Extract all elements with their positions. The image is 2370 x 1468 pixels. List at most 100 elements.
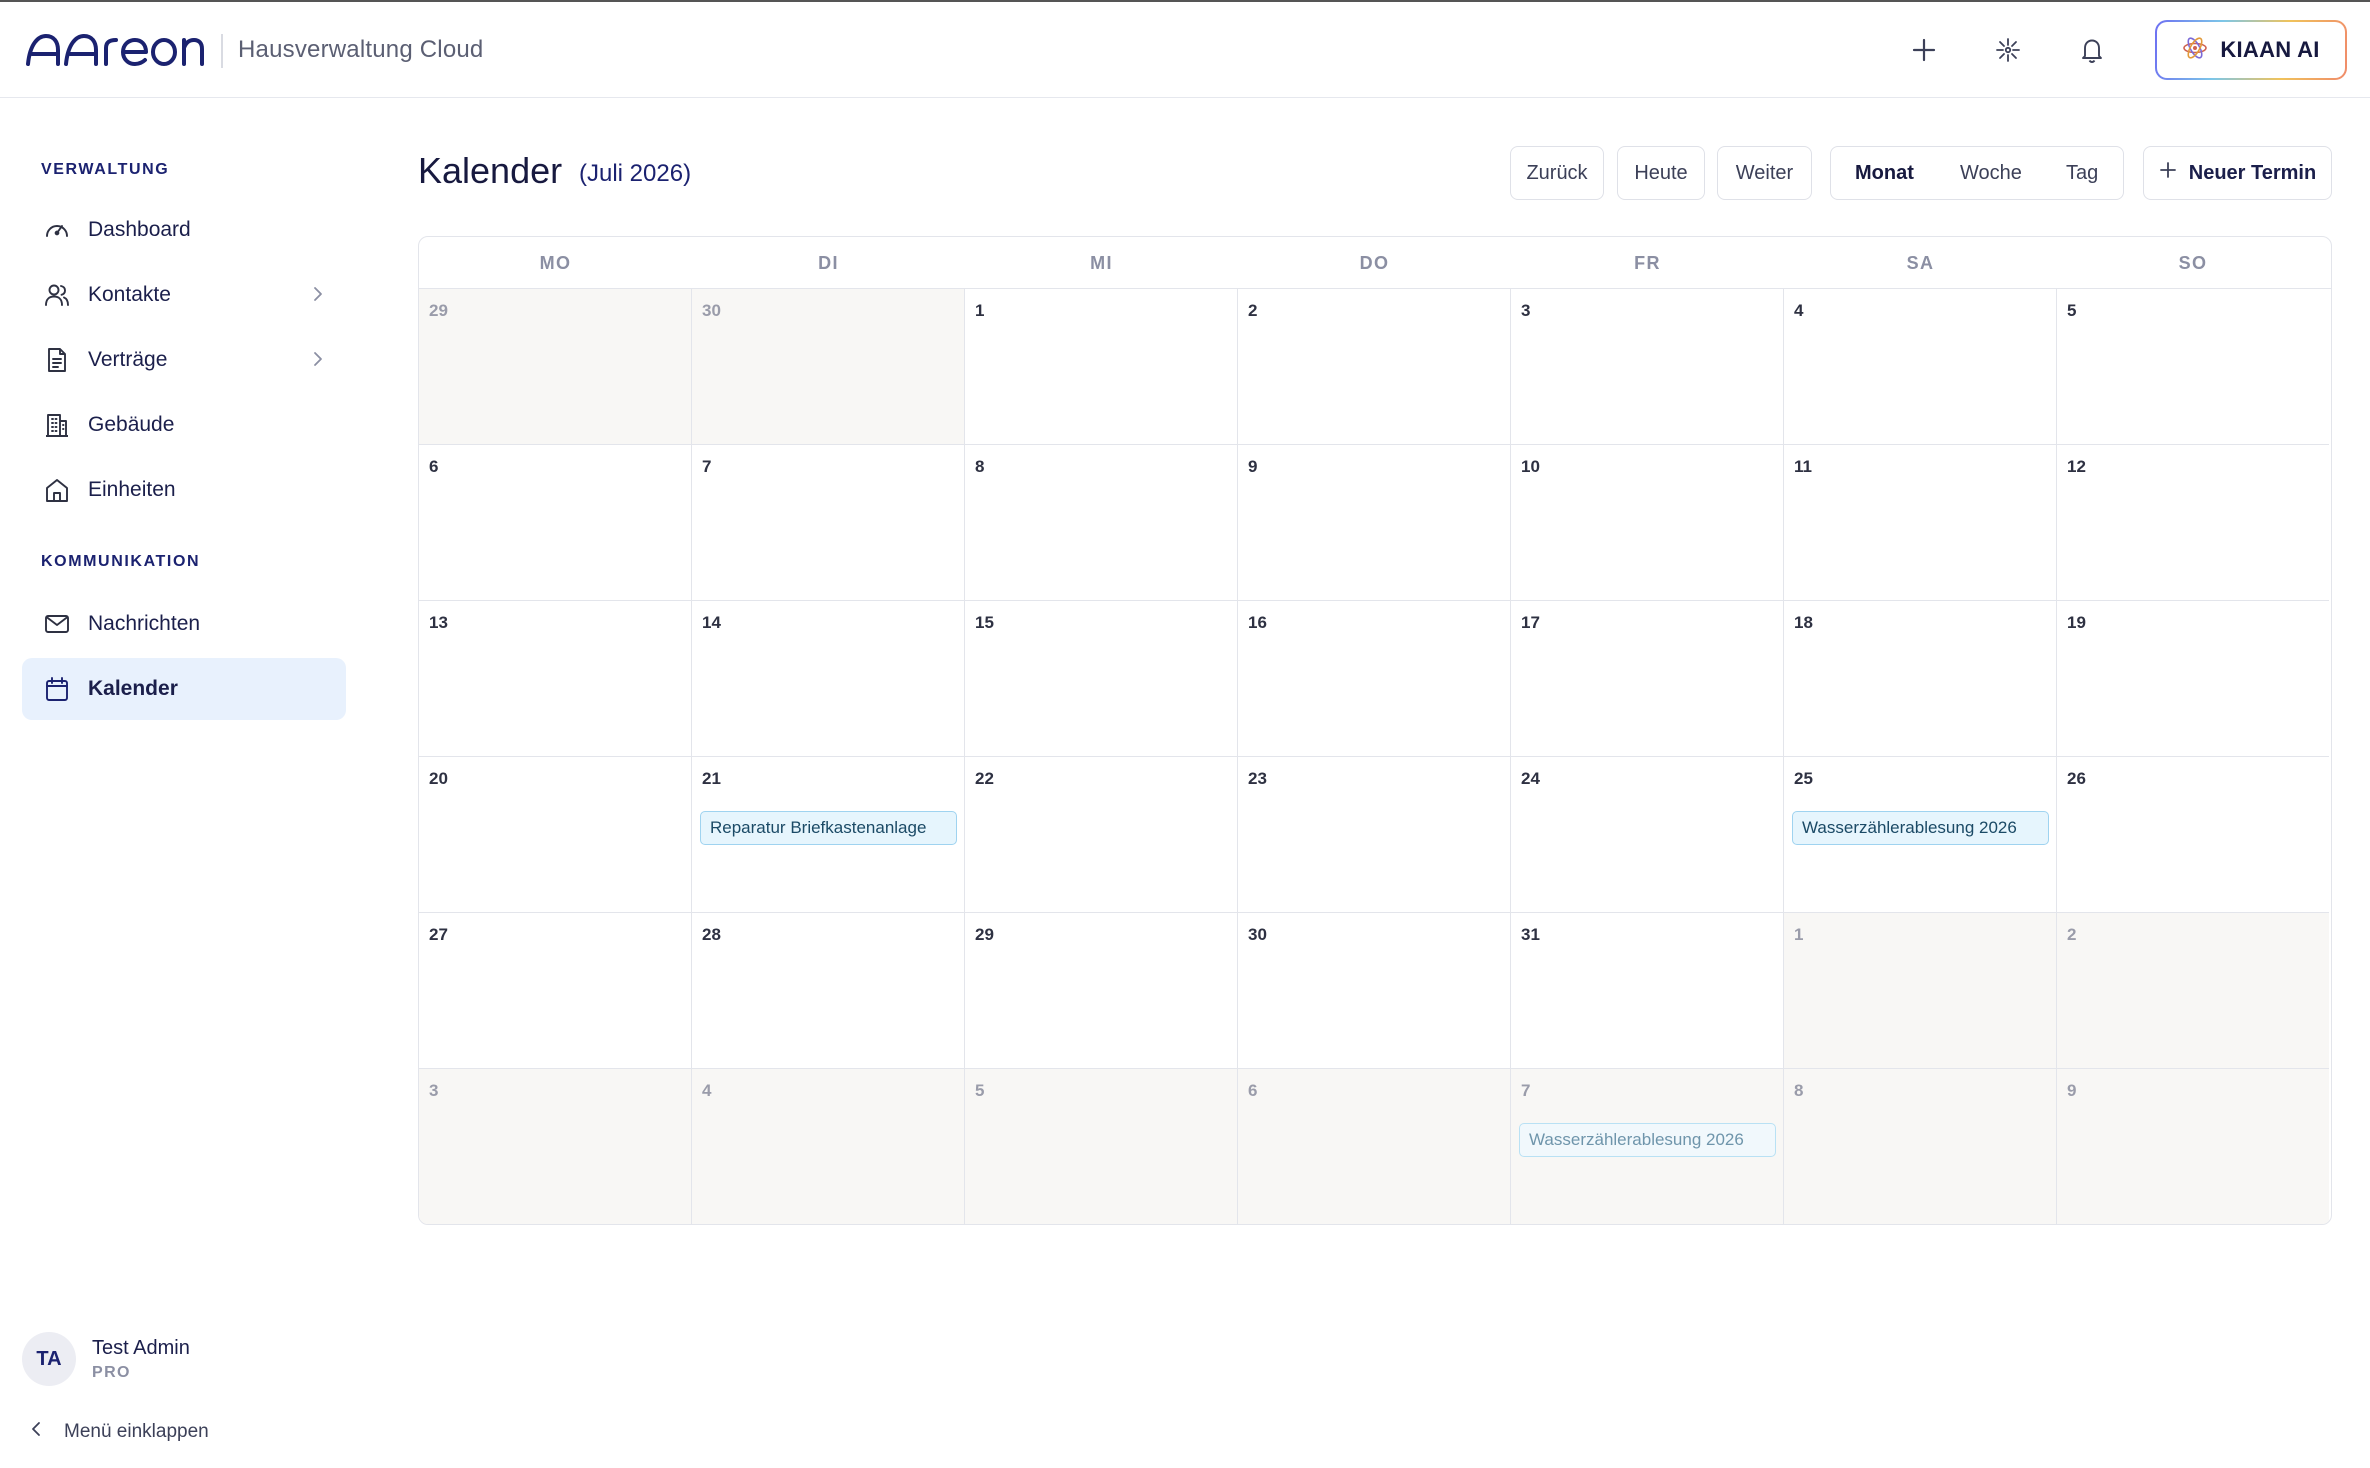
calendar-day-cell[interactable]: 29 xyxy=(965,913,1238,1069)
calendar-day-cell[interactable]: 25 Wasserzählerablesung 2026 xyxy=(1784,757,2057,913)
calendar-day-cell[interactable]: 12 xyxy=(2057,445,2329,601)
day-number: 14 xyxy=(702,613,721,632)
avatar: TA xyxy=(22,1332,76,1386)
calendar-day-cell[interactable]: 29 xyxy=(419,289,692,445)
sidebar-item-label: Dashboard xyxy=(88,218,191,241)
plus-icon xyxy=(2159,161,2177,185)
calendar-day-cell[interactable]: 30 xyxy=(692,289,965,445)
calendar-day-cell[interactable]: 18 xyxy=(1784,601,2057,757)
day-number: 25 xyxy=(1794,769,1813,788)
day-number: 15 xyxy=(975,613,994,632)
day-number: 7 xyxy=(702,457,712,476)
bell-icon[interactable] xyxy=(2072,30,2112,70)
sidebar-item-einheiten[interactable]: Einheiten xyxy=(22,459,346,521)
day-number: 28 xyxy=(702,925,721,944)
calendar-day-cell[interactable]: 28 xyxy=(692,913,965,1069)
collapse-menu-button[interactable]: Menü einklappen xyxy=(30,1420,209,1444)
calendar-day-cell[interactable]: 6 xyxy=(419,445,692,601)
home-icon xyxy=(42,475,72,505)
day-number: 11 xyxy=(1794,457,1812,476)
calendar-day-cell[interactable]: 10 xyxy=(1511,445,1784,601)
calendar-day-cell[interactable]: 6 xyxy=(1238,1069,1511,1224)
calendar-day-cell[interactable]: 13 xyxy=(419,601,692,757)
sidebar-item-nachrichten[interactable]: Nachrichten xyxy=(22,593,346,655)
calendar-day-cell[interactable]: 22 xyxy=(965,757,1238,913)
mail-icon xyxy=(42,609,72,639)
sparkle-icon[interactable] xyxy=(1988,30,2028,70)
calendar-day-cell[interactable]: 17 xyxy=(1511,601,1784,757)
calendar-day-cell[interactable]: 4 xyxy=(692,1069,965,1224)
calendar-day-cell[interactable]: 14 xyxy=(692,601,965,757)
new-appointment-label: Neuer Termin xyxy=(2188,161,2317,184)
calendar-event[interactable]: Reparatur Briefkastenanlage xyxy=(700,811,957,845)
next-button[interactable]: Weiter xyxy=(1717,146,1812,200)
sidebar-item-dashboard[interactable]: Dashboard xyxy=(22,199,346,261)
day-number: 17 xyxy=(1521,613,1540,632)
calendar-day-cell[interactable]: 9 xyxy=(2057,1069,2329,1224)
users-icon xyxy=(42,280,72,310)
new-appointment-button[interactable]: Neuer Termin xyxy=(2143,146,2332,200)
page-subtitle: (Juli 2026) xyxy=(579,160,692,187)
calendar-day-cell[interactable]: 16 xyxy=(1238,601,1511,757)
calendar-day-cell[interactable]: 20 xyxy=(419,757,692,913)
calendar-day-cell[interactable]: 8 xyxy=(965,445,1238,601)
calendar-day-cell[interactable]: 2 xyxy=(2057,913,2329,1069)
user-name: Test Admin xyxy=(92,1336,190,1359)
view-day-tab[interactable]: Tag xyxy=(2066,162,2098,185)
calendar-event[interactable]: Wasserzählerablesung 2026 xyxy=(1519,1123,1776,1157)
collapse-menu-label: Menü einklappen xyxy=(64,1421,209,1442)
calendar-day-cell[interactable]: 21 Reparatur Briefkastenanlage xyxy=(692,757,965,913)
sidebar-item-vertraege[interactable]: Verträge xyxy=(22,329,346,391)
today-button[interactable]: Heute xyxy=(1617,146,1705,200)
calendar-event[interactable]: Wasserzählerablesung 2026 xyxy=(1792,811,2049,845)
building-icon xyxy=(42,410,72,440)
calendar-day-cell[interactable]: 4 xyxy=(1784,289,2057,445)
calendar-day-cell[interactable]: 26 xyxy=(2057,757,2329,913)
calendar-day-cell[interactable]: 9 xyxy=(1238,445,1511,601)
kiaan-ai-button[interactable]: KIAAN AI xyxy=(2155,20,2347,80)
calendar-day-cell[interactable]: 2 xyxy=(1238,289,1511,445)
calendar-day-cell[interactable]: 5 xyxy=(2057,289,2329,445)
day-number: 31 xyxy=(1521,925,1540,944)
calendar-day-cell[interactable]: 5 xyxy=(965,1069,1238,1224)
calendar-day-cell[interactable]: 3 xyxy=(419,1069,692,1224)
calendar-day-cell[interactable]: 3 xyxy=(1511,289,1784,445)
calendar-day-cell[interactable]: 30 xyxy=(1238,913,1511,1069)
calendar-day-cell[interactable]: 27 xyxy=(419,913,692,1069)
calendar-day-cell[interactable]: 1 xyxy=(1784,913,2057,1069)
view-switcher: Monat Woche Tag xyxy=(1830,146,2124,200)
calendar-day-cell[interactable]: 7 xyxy=(692,445,965,601)
calendar-day-cell[interactable]: 23 xyxy=(1238,757,1511,913)
sidebar-item-label: Einheiten xyxy=(88,478,176,501)
calendar-icon xyxy=(42,674,72,704)
sidebar-item-kalender[interactable]: Kalender xyxy=(22,658,346,720)
day-number: 3 xyxy=(429,1081,439,1100)
plus-icon[interactable] xyxy=(1904,30,1944,70)
calendar-day-cell[interactable]: 19 xyxy=(2057,601,2329,757)
weekday-label: DI xyxy=(818,253,839,273)
sidebar-item-kontakte[interactable]: Kontakte xyxy=(22,264,346,326)
calendar-day-cell[interactable]: 11 xyxy=(1784,445,2057,601)
sidebar: VERWALTUNG Dashboard Kontakte Verträge G… xyxy=(0,99,350,1468)
user-profile[interactable]: TA Test Admin PRO xyxy=(22,1332,190,1386)
day-number: 29 xyxy=(429,301,448,320)
day-number: 4 xyxy=(1794,301,1804,320)
weekday-header: MO DI MI DO FR SA SO xyxy=(419,237,2331,289)
sidebar-item-gebaeude[interactable]: Gebäude xyxy=(22,394,346,456)
calendar-day-cell[interactable]: 24 xyxy=(1511,757,1784,913)
calendar-day-cell[interactable]: 7 Wasserzählerablesung 2026 xyxy=(1511,1069,1784,1224)
day-number: 9 xyxy=(1248,457,1258,476)
calendar-day-cell[interactable]: 31 xyxy=(1511,913,1784,1069)
document-icon xyxy=(42,345,72,375)
back-button[interactable]: Zurück xyxy=(1510,146,1604,200)
view-month-tab[interactable]: Monat xyxy=(1855,162,1914,185)
calendar-day-cell[interactable]: 8 xyxy=(1784,1069,2057,1224)
day-number: 6 xyxy=(1248,1081,1258,1100)
chevron-right-icon xyxy=(312,285,324,308)
brand-logo[interactable] xyxy=(24,28,204,72)
calendar-day-cell[interactable]: 1 xyxy=(965,289,1238,445)
calendar-day-cell[interactable]: 15 xyxy=(965,601,1238,757)
day-number: 21 xyxy=(702,769,721,788)
day-number: 5 xyxy=(975,1081,985,1100)
view-week-tab[interactable]: Woche xyxy=(1960,162,2022,185)
